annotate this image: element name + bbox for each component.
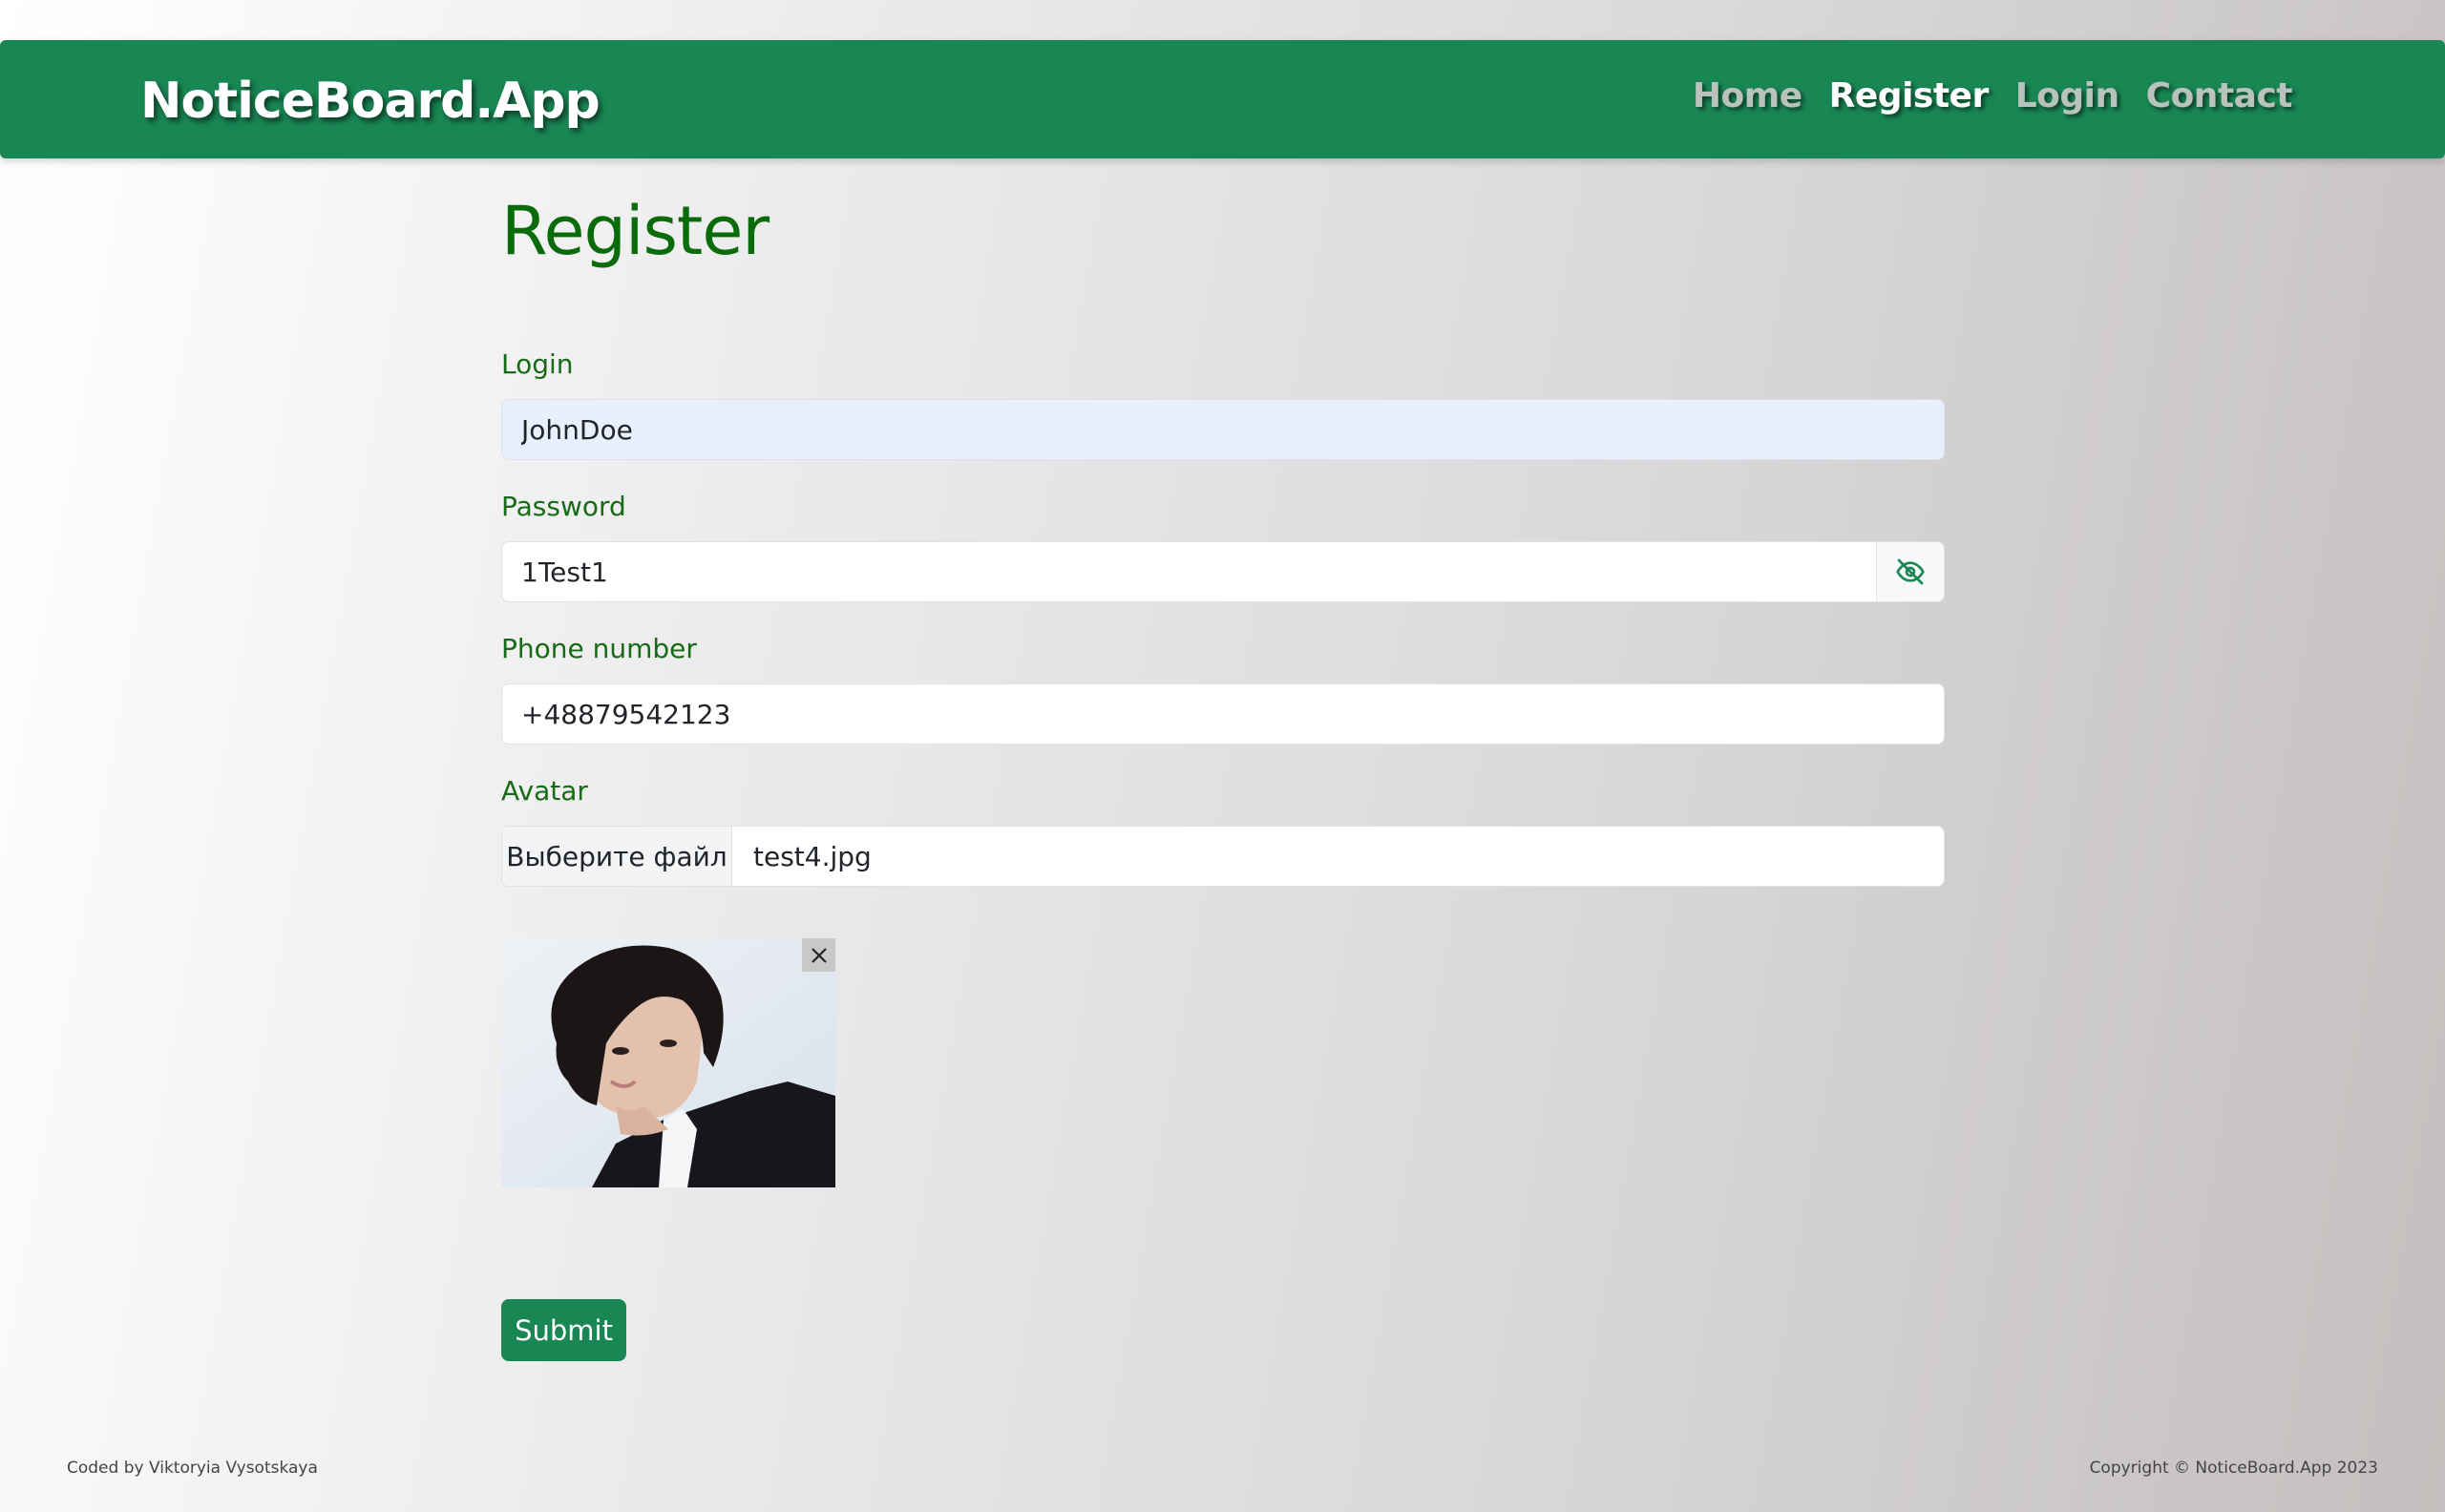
- login-input[interactable]: [501, 399, 1945, 460]
- footer-credit: Coded by Viktoryia Vysotskaya: [67, 1459, 318, 1478]
- nav-link-register[interactable]: Register: [1829, 76, 1990, 116]
- nav-link-login[interactable]: Login: [2015, 76, 2119, 116]
- password-input[interactable]: [501, 541, 1877, 602]
- avatar-file-input[interactable]: Выберите файл test4.jpg: [501, 826, 1945, 887]
- avatar-preview: [501, 938, 835, 1187]
- password-group: [501, 541, 1945, 602]
- phone-input[interactable]: [501, 683, 1945, 745]
- close-icon: [811, 947, 827, 963]
- nav-links: Home Register Login Contact: [1693, 76, 2293, 116]
- register-form: Register Login Password Phone number Ava…: [501, 191, 1945, 1361]
- password-toggle-button[interactable]: [1876, 541, 1945, 602]
- choose-file-button[interactable]: Выберите файл: [502, 827, 732, 886]
- submit-button[interactable]: Submit: [501, 1299, 626, 1361]
- password-label: Password: [501, 491, 626, 522]
- file-name-text: test4.jpg: [753, 840, 872, 872]
- avatar-photo: [501, 938, 835, 1187]
- page-title: Register: [501, 192, 769, 270]
- login-label: Login: [501, 348, 574, 380]
- nav-link-home[interactable]: Home: [1693, 76, 1802, 116]
- brand-logo[interactable]: NoticeBoard.App: [140, 73, 601, 130]
- avatar-label: Avatar: [501, 775, 588, 807]
- phone-label: Phone number: [501, 633, 697, 664]
- navbar: NoticeBoard.App Home Register Login Cont…: [0, 40, 2445, 158]
- footer-copyright: Copyright © NoticeBoard.App 2023: [2089, 1459, 2378, 1478]
- nav-link-contact[interactable]: Contact: [2146, 76, 2293, 116]
- remove-avatar-button[interactable]: [802, 938, 835, 972]
- eye-slash-icon: [1896, 558, 1925, 585]
